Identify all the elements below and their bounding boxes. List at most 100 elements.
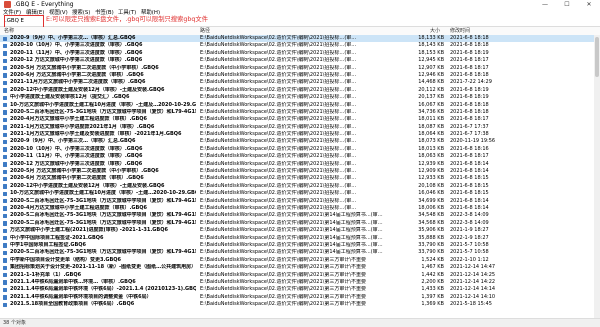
file-path: E:\BaiduNetdiskWorkspace\02.造价文件\编制\2021…	[200, 212, 383, 219]
file-date: 2021-6-8 18:18	[450, 42, 489, 49]
file-row[interactable]: 2020-5二百冰毛回迁区-75-3G1地块（万达文旅城中学项目（复饮）和L79…	[0, 220, 600, 227]
file-row[interactable]: 集团招标策划关于设计变更-2021-11-18（新）-图纸变更（图纸…公共建筑用…	[0, 264, 600, 271]
file-name: 2021.1.4中铁6局漏洞单中铁环境项目的调整资金（中铁6局）	[10, 293, 152, 300]
file-row[interactable]: 2020-5二百冰毛回迁区-75-3G1地块（万达文旅城中学项目（复饮）和L79…	[0, 198, 600, 205]
file-name: 2020-9（9月）中、小学第三次…（审核）汇总.GBQ6	[10, 138, 136, 145]
file-name: 2020-9（9月）中、小学第三次…（审核）汇总.GBQ6	[10, 35, 136, 41]
title-bar: .GBQ E - Everything — ☐ ✕	[0, 0, 600, 9]
scrollbar-thumb[interactable]	[595, 37, 599, 77]
file-row[interactable]: 中学新中国项目设计变更单（结构）变更3.GBQ6 E:\BaiduNetdiskW…	[0, 257, 600, 264]
file-size: 2,200 KB	[421, 278, 444, 285]
window-title: .GBQ E - Everything	[14, 1, 74, 8]
header-path[interactable]: 路径	[200, 27, 210, 35]
file-date: 2021-6-8 18:17	[450, 57, 489, 64]
file-row[interactable]: 2021.1.4中铁6局漏洞单中铁环境项目的调整资金（中铁6局） E:\Baidu…	[0, 294, 600, 301]
file-row[interactable]: 2020-9（9月）中、小学第三次…（审核）汇总.GBQ6 E:\BaiduNet…	[0, 35, 600, 43]
file-path: E:\BaiduNetdiskWorkspace\02.造价文件\编制\2021…	[200, 86, 357, 93]
file-size: 34,736 KB	[418, 108, 444, 115]
gbq-file-icon	[3, 287, 7, 293]
file-row[interactable]: 2020-6月 万达文旅城中小学第二次进度款（审核）.GBQ6 E:\BaiduN…	[0, 175, 600, 182]
file-row[interactable]: 万达文旅城中小学土建工程(2021)进度款(审核) -2021-1-31.GBQ…	[0, 227, 600, 234]
file-name: 2021.5.18项目全国教育政策项目（中铁6局）.GBQ6	[10, 301, 135, 308]
file-date: 2021-6-8 18:15	[450, 190, 489, 197]
file-size: 18,063 KB	[418, 153, 444, 160]
file-date: 2021-6-8 18:19	[450, 86, 489, 93]
gbq-file-icon	[3, 43, 7, 49]
file-row[interactable]: 2020-4月万达文旅城中小学土建工程进度款（审核）.GBQ6 E:\BaiduN…	[0, 116, 600, 123]
file-row[interactable]: 2020-5二百冰毛回迁区-75-3G1地块（万达文旅城中学项目（复饮）和L79…	[0, 212, 600, 219]
file-date: 2020-11-19 19:56	[450, 138, 496, 145]
file-name: 中小学中国际项目工程签证-2021.GBQ6	[10, 234, 104, 241]
file-path: E:\BaiduNetdiskWorkspace\02.造价文件\编制\2021…	[200, 116, 357, 123]
file-name: 2020-10（10月）中、小学第三次进度款（审核）.GBQ6	[10, 42, 143, 49]
file-path: E:\BaiduNetdiskWorkspace\02.造价文件\编制\2021…	[200, 301, 367, 308]
file-row[interactable]: 中学1中国际项目工程签证.GBQ6 E:\BaiduNetdiskWorkspac…	[0, 242, 600, 249]
gbq-file-icon	[3, 95, 7, 101]
header-name[interactable]: 名称	[4, 27, 14, 35]
file-size: 34,699 KB	[418, 197, 444, 204]
file-row[interactable]: 2020-5月 万达文旅城中小学第二次进度款（中小学审核）.GBQ6 E:\Bai…	[0, 168, 600, 175]
file-date: 2021-12-14 14:47	[450, 264, 496, 271]
file-row[interactable]: 2020-11（11月）中、小学第三次进度款（审核）.GBQ6 E:\BaiduN…	[0, 153, 600, 160]
file-name: 2020-4月万达文旅城中小学土建工程进度款（审核）.GBQ6	[10, 204, 148, 211]
vertical-scrollbar[interactable]	[594, 35, 600, 318]
file-row[interactable]: 2021-11月万达文旅城中小学第二次进度款（审核）.GBQ6 E:\BaiduN…	[0, 79, 600, 86]
file-size: 18,133 KB	[418, 35, 444, 41]
file-row[interactable]: 2020-10（10月）中、小学第三次进度款（审核）.GBQ6 E:\BaiduN…	[0, 146, 600, 153]
gbq-file-icon	[3, 184, 7, 189]
everything-app-icon	[4, 1, 11, 8]
gbq-file-icon	[3, 66, 7, 71]
file-path: E:\BaiduNetdiskWorkspace\02.造价文件\编制\2021…	[200, 35, 357, 41]
gbq-file-icon	[3, 250, 7, 256]
maximize-button[interactable]: ☐	[556, 0, 578, 9]
header-date[interactable]: 修改时间	[450, 27, 470, 35]
file-row[interactable]: 2020-12中小学进度款土建及安装12月（审核）-土建及安装.GBQ6 E:\B…	[0, 87, 600, 94]
file-row[interactable]: 2020-10（10月）中、小学第三次进度款（审核）.GBQ6 E:\BaiduN…	[0, 42, 600, 49]
file-row[interactable]: 2020-12 万达文旅城中小学第三次进度款（审核）.GBQ6 E:\BaiduN…	[0, 57, 600, 64]
file-row[interactable]: 2021.1.4中铁6局漏洞单中铁环境（中铁6局）-2021.1.4 (2021…	[0, 286, 600, 293]
file-size: 18,087 KB	[418, 123, 444, 130]
file-row[interactable]: 2021-1月万达文旅城中小学进度款2021年1月（审核）.GBQ6 E:\Bai…	[0, 124, 600, 131]
file-path: E:\BaiduNetdiskWorkspace\02.造价文件\编制\2021…	[200, 49, 357, 56]
file-name: 2021-1月万达文旅城中小学土建及安装进度款（审核）-2021年1月.GBQ6	[10, 131, 182, 138]
file-path: E:\BaiduNetdiskWorkspace\02.造价文件\编制\2021…	[200, 175, 357, 182]
file-date: 2021-7-22 14:29	[450, 79, 492, 86]
file-date: 2022-1-10 1:12	[450, 256, 489, 263]
file-row[interactable]: 2020-6月 万达文旅城中小学第二次进度款（审核）.GBQ6 E:\BaiduN…	[0, 72, 600, 79]
gbq-file-icon	[3, 132, 7, 137]
minimize-button[interactable]: —	[534, 0, 556, 9]
file-row[interactable]: 2020-11（11月）中、小学第三次进度款（审核）.GBQ6 E:\BaiduN…	[0, 50, 600, 57]
file-row[interactable]: 2021-1月万达文旅城中小学土建及安装进度款（审核）-2021年1月.GBQ6…	[0, 131, 600, 138]
file-size: 33,790 KB	[418, 249, 444, 256]
file-row[interactable]: 2021-1-1补充单（1）.GBQ6 E:\BaiduNetdiskWorksp…	[0, 272, 600, 279]
file-row[interactable]: 2020-12 万达文旅城中小学第三次进度款（审核）.GBQ6 E:\BaiduN…	[0, 161, 600, 168]
file-name: 2020-12中小学进度款土建及安装12月（审核）-土建及安装.GBQ6	[10, 182, 165, 189]
close-button[interactable]: ✕	[578, 0, 600, 9]
file-size: 34,548 KB	[418, 212, 444, 219]
file-row[interactable]: 2021.5.18项目全国教育政策项目（中铁6局）.GBQ6 E:\BaiduNe…	[0, 301, 600, 308]
gbq-file-icon	[3, 169, 7, 174]
file-path: E:\BaiduNetdiskWorkspace\02.造价文件\编制\2021…	[200, 219, 383, 226]
file-size: 12,933 KB	[418, 175, 444, 182]
header-size[interactable]: 大小	[430, 27, 440, 35]
file-row[interactable]: 2020-9（9月）中、小学第三次…（审核）汇总.GBQ6 E:\BaiduNet…	[0, 138, 600, 145]
file-date: 2021-1-9 18:27	[450, 227, 489, 234]
file-path: E:\BaiduNetdiskWorkspace\02.造价文件\编制\2021…	[200, 234, 383, 241]
file-row[interactable]: 2020-4月万达文旅城中小学土建工程进度款（审核）.GBQ6 E:\BaiduN…	[0, 205, 600, 212]
file-row[interactable]: 10-万达文旅城中小学进度款土建工程10月进度（审核）-土建及…2020-10-…	[0, 102, 600, 109]
file-name: 2020-5月 万达文旅城中小学第二次进度款（中小学审核）.GBQ6	[10, 168, 159, 175]
file-date: 2022-1-9 18:27	[450, 234, 489, 241]
file-row[interactable]: 2020-5二百冰毛回迁区-75-3G1地块（万达文旅城中学项目（复饮）和L79…	[0, 249, 600, 256]
file-size: 35,888 KB	[418, 234, 444, 241]
file-row[interactable]: 2020-5二百冰毛回迁区-75-3G1地块（万达文旅城中学项目（复饮）和L79…	[0, 109, 600, 116]
file-path: E:\BaiduNetdiskWorkspace\02.造价文件\编制\2021…	[200, 264, 367, 271]
file-row[interactable]: 中小学进度款土建及安装审核12月（提交汇）.GBQ6 E:\BaiduNetdis…	[0, 94, 600, 101]
file-row[interactable]: 2021.1.4中铁6局漏洞单中铁…环境…（审核）.GBQ6 E:\BaiduNe…	[0, 279, 600, 286]
file-row[interactable]: 2020-12中小学进度款土建及安装12月（审核）-土建及安装.GBQ6 E:\B…	[0, 183, 600, 190]
file-size: 20,137 KB	[418, 94, 444, 101]
file-row[interactable]: 2020-5月 万达文旅城中小学第二次进度款（中小学审核）.GBQ6 E:\Bai…	[0, 65, 600, 72]
gbq-file-icon	[3, 280, 7, 285]
file-row[interactable]: 中小学中国际项目工程签证-2021.GBQ6 E:\BaiduNetdiskWor…	[0, 235, 600, 242]
file-row[interactable]: 10-万达文旅城中小学进度款土建工程10月进度（审核）-土建…2020-10-2…	[0, 190, 600, 197]
file-path: E:\BaiduNetdiskWorkspace\02.造价文件\编制\2021…	[200, 57, 357, 64]
